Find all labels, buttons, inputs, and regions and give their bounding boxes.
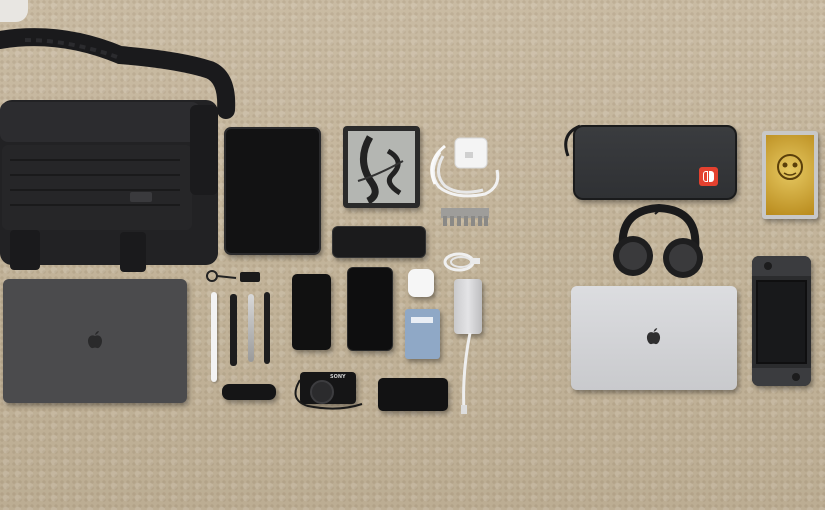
joycon-bottom (752, 368, 811, 386)
multitool (222, 384, 276, 400)
pen (230, 294, 237, 366)
usb-c-hub (454, 279, 482, 334)
e-reader (343, 126, 420, 208)
smartphone (292, 274, 331, 350)
tablet (224, 127, 321, 255)
pen (264, 292, 270, 364)
usb-drive (405, 309, 440, 359)
switch-logo-icon (699, 167, 718, 186)
e-reader-screen (348, 131, 415, 203)
apple-logo-icon (88, 331, 102, 349)
portable-battery (378, 378, 448, 411)
case-strap (564, 124, 581, 157)
joycon-top (752, 256, 811, 276)
space-gray-laptop (3, 279, 187, 403)
headphones (613, 204, 703, 278)
game-case (762, 131, 818, 219)
silver-laptop (571, 286, 737, 390)
console-screen (756, 280, 807, 364)
smartphone (347, 267, 393, 351)
earbuds-case (408, 269, 434, 297)
corner-object (0, 0, 28, 22)
usb-c-power-adapter (430, 137, 500, 198)
sd-card-holder (441, 208, 489, 226)
switch-carrying-case (573, 125, 737, 200)
bluetooth-speaker (332, 226, 426, 258)
pen (248, 294, 254, 362)
flat-lay-photo: SONY (0, 0, 825, 510)
stylus-pen (211, 292, 217, 382)
game-art-icon (777, 154, 803, 180)
keychain (206, 270, 260, 282)
usb-c-cable (443, 252, 480, 272)
apple-logo-icon (646, 328, 661, 345)
handheld-console (752, 256, 811, 386)
messenger-bag (0, 28, 236, 272)
cable (461, 333, 472, 414)
camera-strap (294, 379, 363, 410)
